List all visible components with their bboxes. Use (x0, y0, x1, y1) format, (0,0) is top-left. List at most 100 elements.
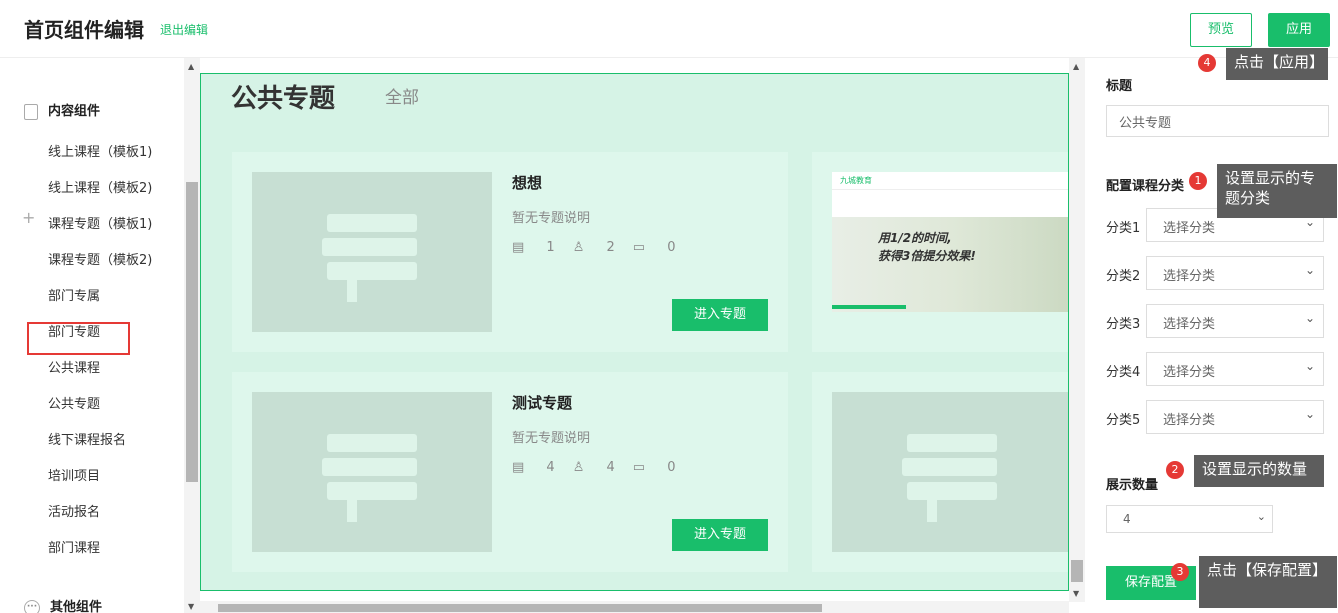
canvas-h-scroll-thumb[interactable] (218, 604, 822, 612)
book-icon (902, 434, 997, 522)
group-content-components[interactable]: 内容组件 (24, 100, 100, 120)
title-input[interactable]: 公共专题 (1106, 105, 1329, 137)
category-label: 分类5 (1106, 413, 1141, 428)
banner-headline-1: 用1/2的时间, (878, 231, 952, 245)
doc-icon: ▤ (512, 460, 529, 475)
sidebar-item[interactable]: 培训项目 (48, 465, 100, 484)
doc-count: 1 (546, 240, 555, 255)
select-value: 选择分类 (1163, 317, 1216, 332)
step-badge: 3 (1171, 563, 1189, 581)
enter-topic-button[interactable]: 进入专题 (672, 519, 768, 551)
step-badge: 4 (1198, 54, 1216, 72)
sidebar-item[interactable]: 活动报名 (48, 501, 100, 520)
group-other-components[interactable]: ··· 其他组件 (24, 596, 102, 613)
all-link[interactable]: 全部 (385, 83, 419, 108)
card-stats: ▤ 1 ♙ 2 ▭ 0 (512, 240, 693, 255)
step-badge: 1 (1189, 172, 1207, 190)
select-value: 4 (1123, 512, 1131, 526)
sidebar-scroll-thumb[interactable] (186, 182, 198, 482)
sidebar-item[interactable]: 课程专题（模板2) (48, 249, 152, 268)
tooltip-count: 设置显示的数量 (1194, 455, 1324, 487)
count-select[interactable]: 4 ⌄ (1106, 505, 1273, 533)
banner-headline-2: 获得3倍提分效果! (878, 249, 976, 263)
tooltip-category: 设置显示的专题分类 (1217, 164, 1337, 218)
canvas-v-scroll-thumb[interactable] (1071, 560, 1083, 582)
sidebar-item[interactable]: 部门专属 (48, 285, 100, 304)
banner-image: 九城教育 用1/2的时间, 获得3倍提分效果! (832, 172, 1068, 312)
preview-button[interactable]: 预览 (1190, 13, 1252, 47)
tooltip-save: 点击【保存配置】 (1199, 556, 1337, 608)
sidebar-item[interactable]: 部门课程 (48, 537, 100, 556)
book-image (252, 392, 492, 552)
select-value: 选择分类 (1163, 365, 1216, 380)
sidebar-item-public-topic[interactable]: 公共专题 (48, 393, 100, 412)
sidebar-item[interactable]: 线下课程报名 (48, 429, 126, 448)
scroll-up-icon[interactable]: ▲ (1073, 62, 1079, 71)
chevron-down-icon: ⌄ (1304, 407, 1315, 421)
doc-icon: ▤ (512, 240, 529, 255)
sidebar-item[interactable]: 公共课程 (48, 357, 100, 376)
category-label: 分类1 (1106, 221, 1141, 236)
category-select[interactable]: 选择分类 ⌄ (1146, 400, 1324, 434)
plus-icon: + (22, 208, 36, 227)
config-panel: 标题 公共专题 配置课程分类 分类1 选择分类 ⌄ 分类2 选择分类 ⌄ 分类3 选… (1086, 58, 1338, 613)
step-badge: 2 (1166, 461, 1184, 479)
user-count: 4 (606, 460, 615, 475)
exit-edit-link[interactable]: 退出编辑 (160, 21, 208, 38)
scroll-up-icon[interactable]: ▲ (188, 62, 194, 71)
chevron-down-icon: ⌄ (1304, 263, 1315, 277)
select-value: 选择分类 (1163, 413, 1216, 428)
category-select[interactable]: 选择分类 ⌄ (1146, 256, 1324, 290)
carousel-indicator[interactable] (832, 305, 906, 309)
chevron-down-icon: ⌄ (1304, 359, 1315, 373)
scroll-down-icon[interactable]: ▼ (188, 602, 194, 611)
canvas-v-scrollbar[interactable] (1069, 58, 1085, 602)
category-select[interactable]: 选择分类 ⌄ (1146, 352, 1324, 386)
users-icon: ♙ (572, 460, 589, 475)
sidebar-item[interactable]: 线上课程（模板2) (48, 177, 152, 196)
category-label: 分类2 (1106, 269, 1141, 284)
comment-icon: ▭ (632, 460, 650, 475)
sidebar-item[interactable]: 线上课程（模板1) (48, 141, 152, 160)
category-select[interactable]: 选择分类 ⌄ (1146, 304, 1324, 338)
book-image (832, 392, 1068, 552)
title-label: 标题 (1106, 79, 1133, 94)
topic-card[interactable]: 想想 暂无专题说明 ▤ 1 ♙ 2 ▭ 0 进入专题 (232, 152, 788, 352)
topic-card[interactable]: 测试专题 暂无专题说明 ▤ 4 ♙ 4 ▭ 0 进入专题 (232, 372, 788, 572)
card-desc: 暂无专题说明 (512, 211, 591, 226)
banner-logo: 九城教育 (832, 172, 1068, 190)
user-count: 2 (606, 240, 615, 255)
doc-count: 4 (546, 460, 555, 475)
more-icon: ··· (24, 599, 40, 613)
apply-button[interactable]: 应用 (1268, 13, 1330, 47)
top-bar: 首页组件编辑 退出编辑 预览 应用 (0, 0, 1338, 58)
banner-card[interactable]: 九城教育 用1/2的时间, 获得3倍提分效果! (812, 152, 1068, 352)
category-label: 分类3 (1106, 317, 1141, 332)
chevron-down-icon: ⌄ (1256, 510, 1266, 523)
category-label: 分类4 (1106, 365, 1141, 380)
card-desc: 暂无专题说明 (512, 431, 591, 446)
enter-topic-button[interactable]: 进入专题 (672, 299, 768, 331)
document-icon (24, 103, 38, 120)
book-icon (322, 434, 417, 522)
select-value: 选择分类 (1163, 221, 1216, 236)
comment-icon: ▭ (632, 240, 650, 255)
select-value: 选择分类 (1163, 269, 1216, 284)
banner-photo: 用1/2的时间, 获得3倍提分效果! (832, 217, 1068, 312)
tooltip-apply: 点击【应用】 (1226, 48, 1328, 80)
sidebar-item[interactable]: 课程专题（模板1) (48, 213, 152, 232)
count-label: 展示数量 (1106, 478, 1159, 493)
comment-count: 0 (667, 460, 676, 475)
scroll-down-icon[interactable]: ▼ (1073, 589, 1079, 598)
highlight-box (27, 322, 130, 355)
group-label: 其他组件 (50, 600, 103, 613)
group-label: 内容组件 (48, 104, 101, 119)
canvas-title: 公共专题 (231, 84, 336, 114)
preview-canvas: 公共专题 全部 想想 暂无专题说明 ▤ 1 ♙ 2 ▭ 0 进入专题 九城教育 用1… (200, 73, 1069, 591)
book-image (252, 172, 492, 332)
card-stats: ▤ 4 ♙ 4 ▭ 0 (512, 460, 693, 475)
card-title: 测试专题 (512, 394, 573, 412)
topic-card[interactable] (812, 372, 1068, 572)
config-category-label: 配置课程分类 (1106, 179, 1185, 194)
page-title: 首页组件编辑 (24, 18, 144, 42)
